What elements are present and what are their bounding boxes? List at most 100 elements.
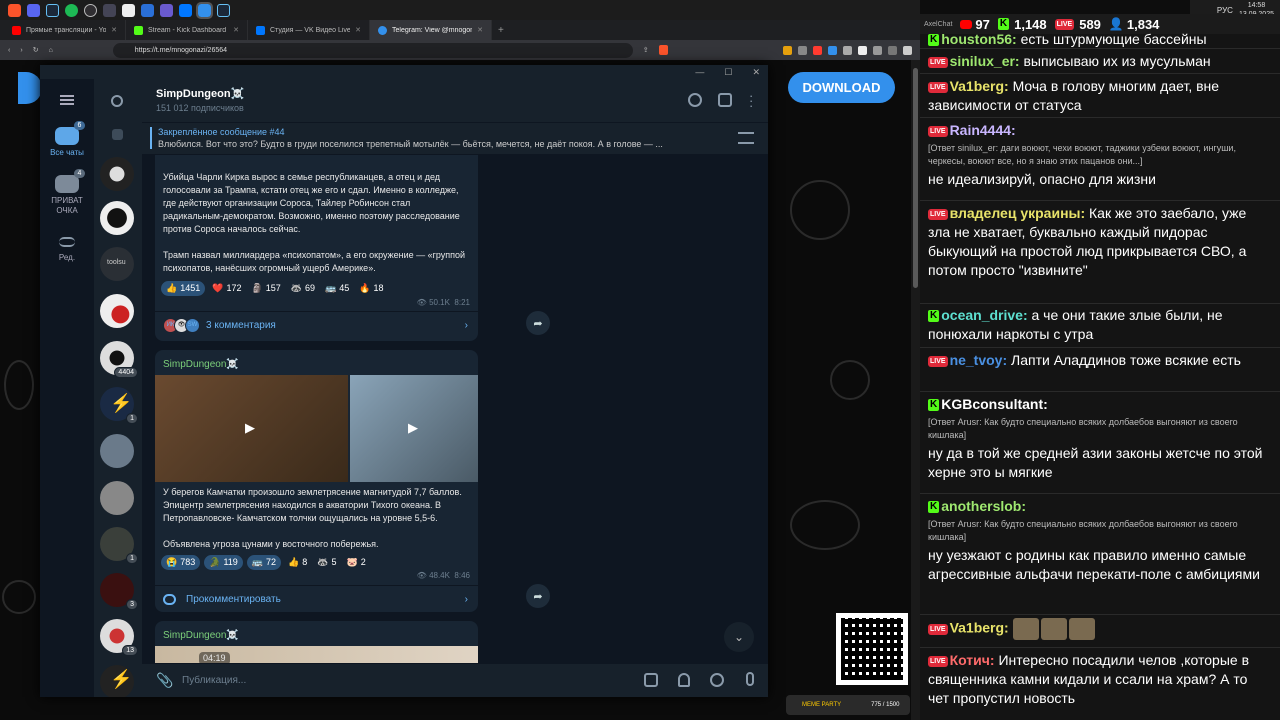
share-button[interactable]: ➦ [526,311,550,335]
download-button[interactable]: DOWNLOAD [788,72,895,103]
maximize-icon[interactable]: ☐ [724,67,732,78]
chat-username[interactable]: ne_tvoy: [950,352,1008,368]
reaction[interactable]: 😭 783 [161,555,201,570]
reaction[interactable]: 🔥 18 [356,281,386,296]
reaction[interactable]: 🚌 72 [246,555,282,570]
new-tab-button[interactable]: + [498,25,504,36]
share-button[interactable]: ➦ [526,584,550,608]
extension-icon[interactable] [873,45,882,55]
monitor-icon[interactable] [103,3,116,17]
brave-icon[interactable] [8,3,21,17]
reaction[interactable]: 🦝 69 [288,281,318,296]
chat-avatar[interactable]: 4404 [100,341,138,378]
close-icon[interactable]: ✕ [111,26,117,34]
reaction[interactable]: 🐊 119 [204,555,243,570]
reaction[interactable]: 🚌 45 [322,281,352,296]
chat-username[interactable]: владелец украины: [950,205,1086,221]
media-album[interactable]: ▶ ▶ [155,375,478,482]
chat-avatar[interactable]: ⚡ 1 [100,387,138,424]
extension-icon[interactable] [813,45,822,55]
obs-icon[interactable] [84,3,97,17]
reaction[interactable]: 🐷 2 [344,555,369,570]
search-icon[interactable] [111,95,123,107]
chat-avatar[interactable] [100,201,134,235]
extension-icon[interactable] [783,45,792,55]
comment-button[interactable]: Прокомментировать › [155,585,478,612]
browser-tab-active[interactable]: Telegram: View @mnogonazi ✕ [370,20,492,40]
search-icon[interactable] [688,93,702,107]
epic-icon[interactable] [122,3,135,17]
pinned-message-bar[interactable]: Закреплённое сообщение #44 Влюбился. Вот… [142,123,768,155]
share-icon[interactable]: ⇪ [643,46,649,54]
close-icon[interactable]: ✕ [233,26,239,34]
comments-link[interactable]: ИК 👁 SW 3 комментария › [155,311,478,338]
attach-icon[interactable]: 📎 [156,672,173,689]
chat-avatar[interactable]: toolsu [100,247,134,281]
steam-icon[interactable] [217,3,230,17]
chat-avatar[interactable] [100,481,134,515]
telegram-icon[interactable] [196,1,213,19]
microphone-icon[interactable] [746,672,754,686]
sidebar-toggle-icon[interactable] [718,93,732,107]
home-icon[interactable]: ⌂ [49,47,53,54]
chat-avatar[interactable]: 13 [100,619,138,656]
browser-tab[interactable]: Студия — VK Видео Live ✕ [248,20,370,40]
extension-icon[interactable] [843,45,852,55]
chat-avatar[interactable] [100,434,134,468]
folder-private[interactable]: 4 ПРИВАТ ОЧКА [40,169,94,216]
discord-icon[interactable] [27,3,40,17]
reaction[interactable]: 👍 1451 [161,281,206,296]
reaction[interactable]: 👍 8 [285,555,310,570]
reload-icon[interactable]: ↻ [33,46,39,54]
forward-icon[interactable]: › [20,47,22,54]
scrollbar-thumb[interactable] [913,68,918,288]
extension-icon[interactable] [903,45,912,55]
reaction[interactable]: ❤️ 172 [209,281,244,296]
chat-username[interactable]: KGBconsultant: [941,396,1048,412]
emoji-icon[interactable] [710,673,724,687]
chat-username[interactable]: houston56: [941,31,1016,47]
browser-tab[interactable]: Stream - Kick Dashboard ✕ [126,20,248,40]
steam-icon[interactable] [46,3,59,17]
address-bar[interactable]: https://t.me/mnogonazi/26564 [112,42,633,58]
saved-icon[interactable] [112,129,123,140]
chat-username[interactable]: ocean_drive: [941,307,1027,323]
message-input[interactable]: Публикация... [182,675,246,686]
reaction[interactable]: 🦝 5 [314,555,339,570]
app-icon[interactable] [160,3,173,17]
spotify-icon[interactable] [65,3,78,17]
chat-username[interactable]: anotherslob: [941,498,1026,514]
extension-icon[interactable] [858,45,867,55]
chat-avatar[interactable] [100,294,134,328]
play-icon[interactable]: ▶ [408,421,418,434]
chat-avatar[interactable]: 3 [100,573,138,610]
app-icon[interactable] [141,3,154,17]
close-icon[interactable]: ✕ [355,26,361,34]
chat-username[interactable]: Va1berg: [950,78,1009,94]
scroll-down-button[interactable]: ⌄ [724,622,754,652]
close-icon[interactable]: ✕ [752,67,760,78]
extension-icon[interactable] [828,45,837,55]
post-sender[interactable]: SimpDungeon☠️ [155,350,478,375]
bell-icon[interactable] [678,673,690,687]
extension-icon[interactable] [888,45,897,55]
video-thumbnail[interactable]: 04:19 [155,646,478,663]
reaction[interactable]: 🗿 157 [249,281,284,296]
back-icon[interactable]: ‹ [8,47,10,54]
post-sender[interactable]: SimpDungeon☠️ [155,621,478,646]
minimize-icon[interactable]: — [695,67,704,77]
pin-list-icon[interactable] [738,132,754,144]
video-thumbnail[interactable]: ▶ [350,375,478,482]
page-scrollbar[interactable] [911,60,920,720]
brave-shield-icon[interactable] [658,45,668,55]
folder-all-chats[interactable]: 6 Все чаты [40,121,94,157]
chat-username[interactable]: Va1berg: [950,620,1009,636]
chat-username[interactable]: Котич: [950,652,995,668]
browser-tab[interactable]: Прямые трансляции - YouTube Studio ✕ [4,20,126,40]
menu-icon[interactable] [60,95,74,105]
play-icon[interactable]: ▶ [245,421,255,434]
chat-username[interactable]: Rain4444: [950,122,1016,138]
chat-avatar[interactable]: ⚡ [100,665,134,697]
chat-username[interactable]: sinilux_er: [950,53,1020,69]
chat-avatar[interactable] [100,157,134,191]
